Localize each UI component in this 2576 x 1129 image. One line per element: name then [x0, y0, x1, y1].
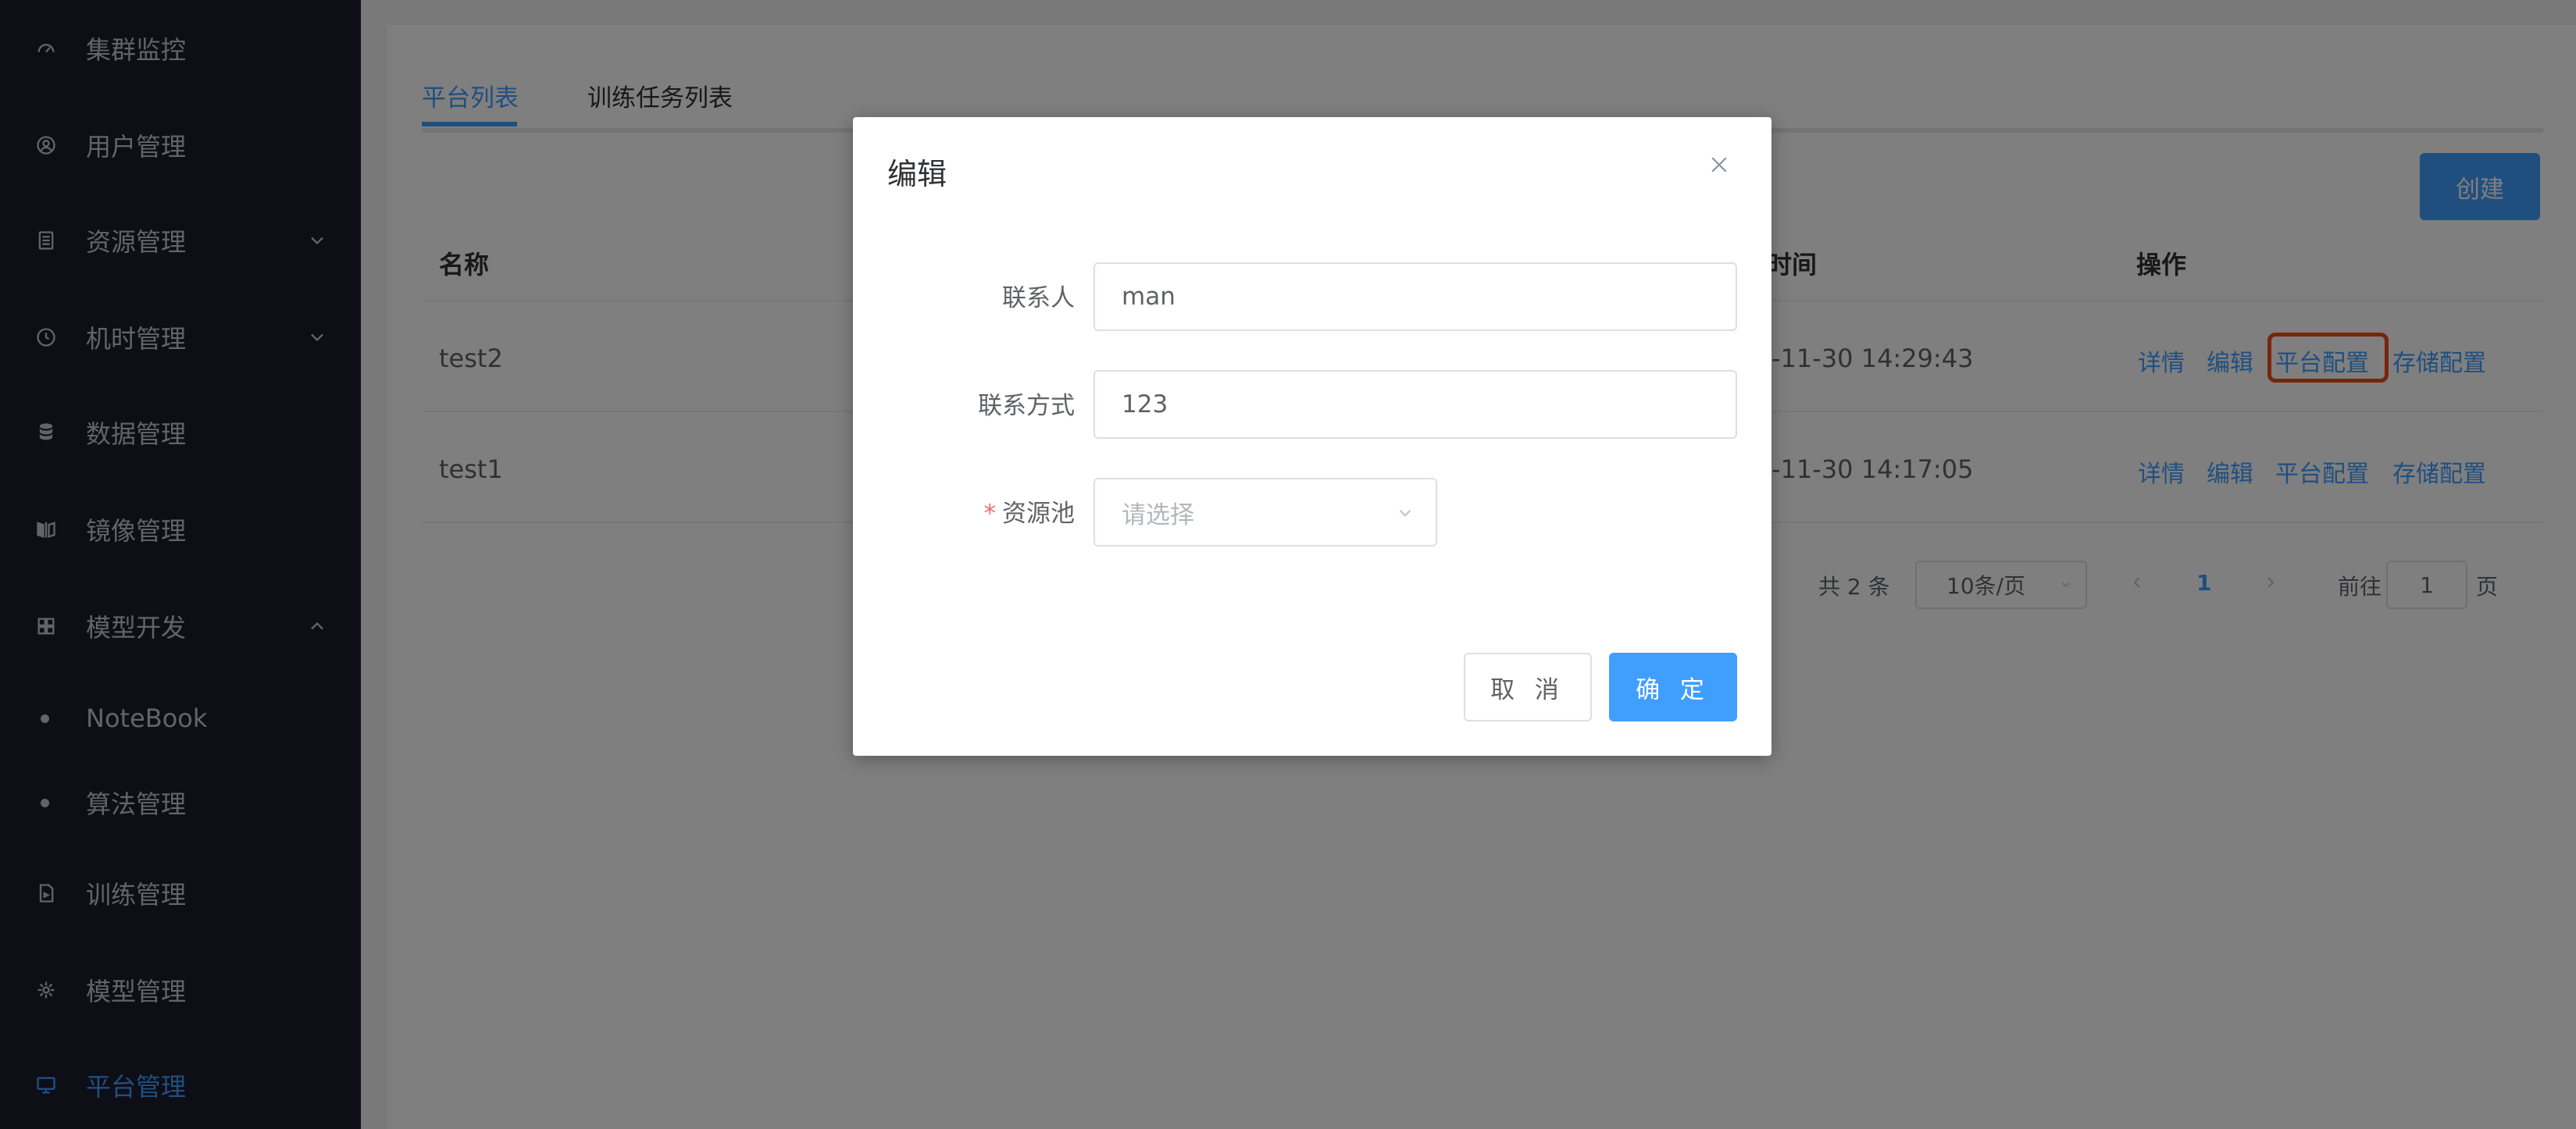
- edit-dialog: 编辑 联系人 man 联系方式 123 * 资源池 请选择 取 消 确 定: [853, 117, 1771, 756]
- dialog-title: 编辑: [887, 157, 947, 191]
- resource-pool-placeholder: 请选择: [1122, 500, 1194, 529]
- cancel-button[interactable]: 取 消: [1464, 653, 1592, 721]
- confirm-button[interactable]: 确 定: [1609, 653, 1737, 721]
- resource-pool-label-text: 资源池: [1002, 500, 1075, 528]
- close-icon[interactable]: [1707, 153, 1731, 176]
- contact-person-label: 联系人: [1002, 284, 1075, 312]
- resource-pool-label: * 资源池: [984, 493, 1076, 529]
- contact-method-label: 联系方式: [978, 392, 1075, 420]
- contact-person-input[interactable]: man: [1094, 262, 1737, 331]
- chevron-down-icon: [1399, 509, 1411, 517]
- contact-method-input[interactable]: 123: [1094, 370, 1737, 439]
- resource-pool-select[interactable]: 请选择: [1094, 478, 1437, 547]
- required-mark: *: [983, 500, 997, 528]
